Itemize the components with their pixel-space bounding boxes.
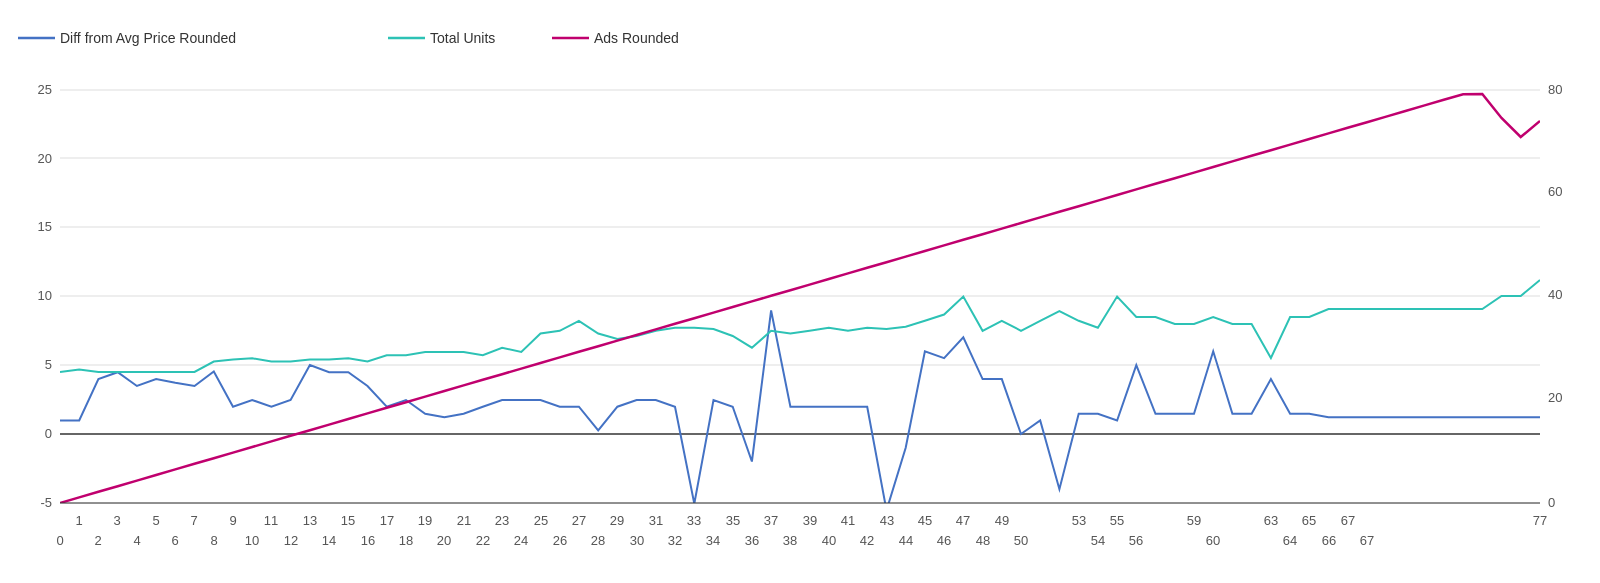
left-axis-5: 5: [45, 357, 52, 372]
x-bot-44: 44: [899, 533, 913, 548]
x-top-63: 63: [1264, 513, 1278, 528]
x-bot-6: 6: [171, 533, 178, 548]
x-bot-16: 16: [361, 533, 375, 548]
x-top-7: 7: [190, 513, 197, 528]
x-top-53: 53: [1072, 513, 1086, 528]
total-units-line: [60, 280, 1540, 372]
x-top-27: 27: [572, 513, 586, 528]
x-top-15: 15: [341, 513, 355, 528]
x-top-65: 65: [1302, 513, 1316, 528]
right-axis-80: 80: [1548, 82, 1562, 97]
x-top-17: 17: [380, 513, 394, 528]
legend-diff-label: Diff from Avg Price Rounded: [60, 30, 236, 46]
x-top-45: 45: [918, 513, 932, 528]
x-top-23: 23: [495, 513, 509, 528]
x-bot-46: 46: [937, 533, 951, 548]
x-bot-42: 42: [860, 533, 874, 548]
x-top-3: 3: [113, 513, 120, 528]
x-top-35: 35: [726, 513, 740, 528]
x-bot-12: 12: [284, 533, 298, 548]
x-top-11: 11: [264, 513, 278, 528]
left-axis-neg5: -5: [40, 495, 52, 510]
chart-svg: 25 20 15 10 5 0 -5 80 60 40 20 0: [0, 0, 1600, 583]
x-bot-40: 40: [822, 533, 836, 548]
x-bot-66: 66: [1322, 533, 1336, 548]
x-top-25: 25: [534, 513, 548, 528]
x-top-37: 37: [764, 513, 778, 528]
x-top-13: 13: [303, 513, 317, 528]
left-axis-25: 25: [38, 82, 52, 97]
right-axis-60: 60: [1548, 184, 1562, 199]
x-bot-34: 34: [706, 533, 720, 548]
x-bot-0: 0: [56, 533, 63, 548]
x-bot-22: 22: [476, 533, 490, 548]
legend-units-label: Total Units: [430, 30, 495, 46]
x-top-29: 29: [610, 513, 624, 528]
chart-container: 25 20 15 10 5 0 -5 80 60 40 20 0: [0, 0, 1600, 583]
x-bot-10: 10: [245, 533, 259, 548]
x-top-47: 47: [956, 513, 970, 528]
x-top-39: 39: [803, 513, 817, 528]
x-bot-20: 20: [437, 533, 451, 548]
x-top-9: 9: [229, 513, 236, 528]
x-bot-56: 56: [1129, 533, 1143, 548]
left-axis-15: 15: [38, 219, 52, 234]
x-bot-14: 14: [322, 533, 336, 548]
x-top-19: 19: [418, 513, 432, 528]
x-bot-8: 8: [210, 533, 217, 548]
x-bot-28: 28: [591, 533, 605, 548]
x-top-59: 59: [1187, 513, 1201, 528]
x-bot-4: 4: [133, 533, 140, 548]
x-top-77: 77: [1533, 513, 1547, 528]
x-bot-2: 2: [94, 533, 101, 548]
x-top-67: 67: [1341, 513, 1355, 528]
x-bot-38: 38: [783, 533, 797, 548]
x-top-5: 5: [152, 513, 159, 528]
right-axis-0: 0: [1548, 495, 1555, 510]
left-axis-0: 0: [45, 426, 52, 441]
x-bot-24: 24: [514, 533, 528, 548]
x-top-41: 41: [841, 513, 855, 528]
x-bot-32: 32: [668, 533, 682, 548]
x-bot-67b: 67: [1360, 533, 1374, 548]
right-axis-40: 40: [1548, 287, 1562, 302]
x-top-21: 21: [457, 513, 471, 528]
ads-rounded-line: [60, 94, 1540, 503]
x-bot-18: 18: [399, 533, 413, 548]
diff-avg-price-line: [60, 311, 1540, 511]
x-top-55: 55: [1110, 513, 1124, 528]
x-bot-36: 36: [745, 533, 759, 548]
x-top-43: 43: [880, 513, 894, 528]
x-bot-50: 50: [1014, 533, 1028, 548]
x-top-33: 33: [687, 513, 701, 528]
left-axis-10: 10: [38, 288, 52, 303]
x-top-1: 1: [75, 513, 82, 528]
x-bot-30: 30: [630, 533, 644, 548]
x-bot-48: 48: [976, 533, 990, 548]
x-top-31: 31: [649, 513, 663, 528]
legend-ads-label: Ads Rounded: [594, 30, 679, 46]
right-axis-20: 20: [1548, 390, 1562, 405]
left-axis-20: 20: [38, 151, 52, 166]
x-bot-54: 54: [1091, 533, 1105, 548]
x-bot-60: 60: [1206, 533, 1220, 548]
x-bot-64: 64: [1283, 533, 1297, 548]
x-top-49: 49: [995, 513, 1009, 528]
x-bot-26: 26: [553, 533, 567, 548]
